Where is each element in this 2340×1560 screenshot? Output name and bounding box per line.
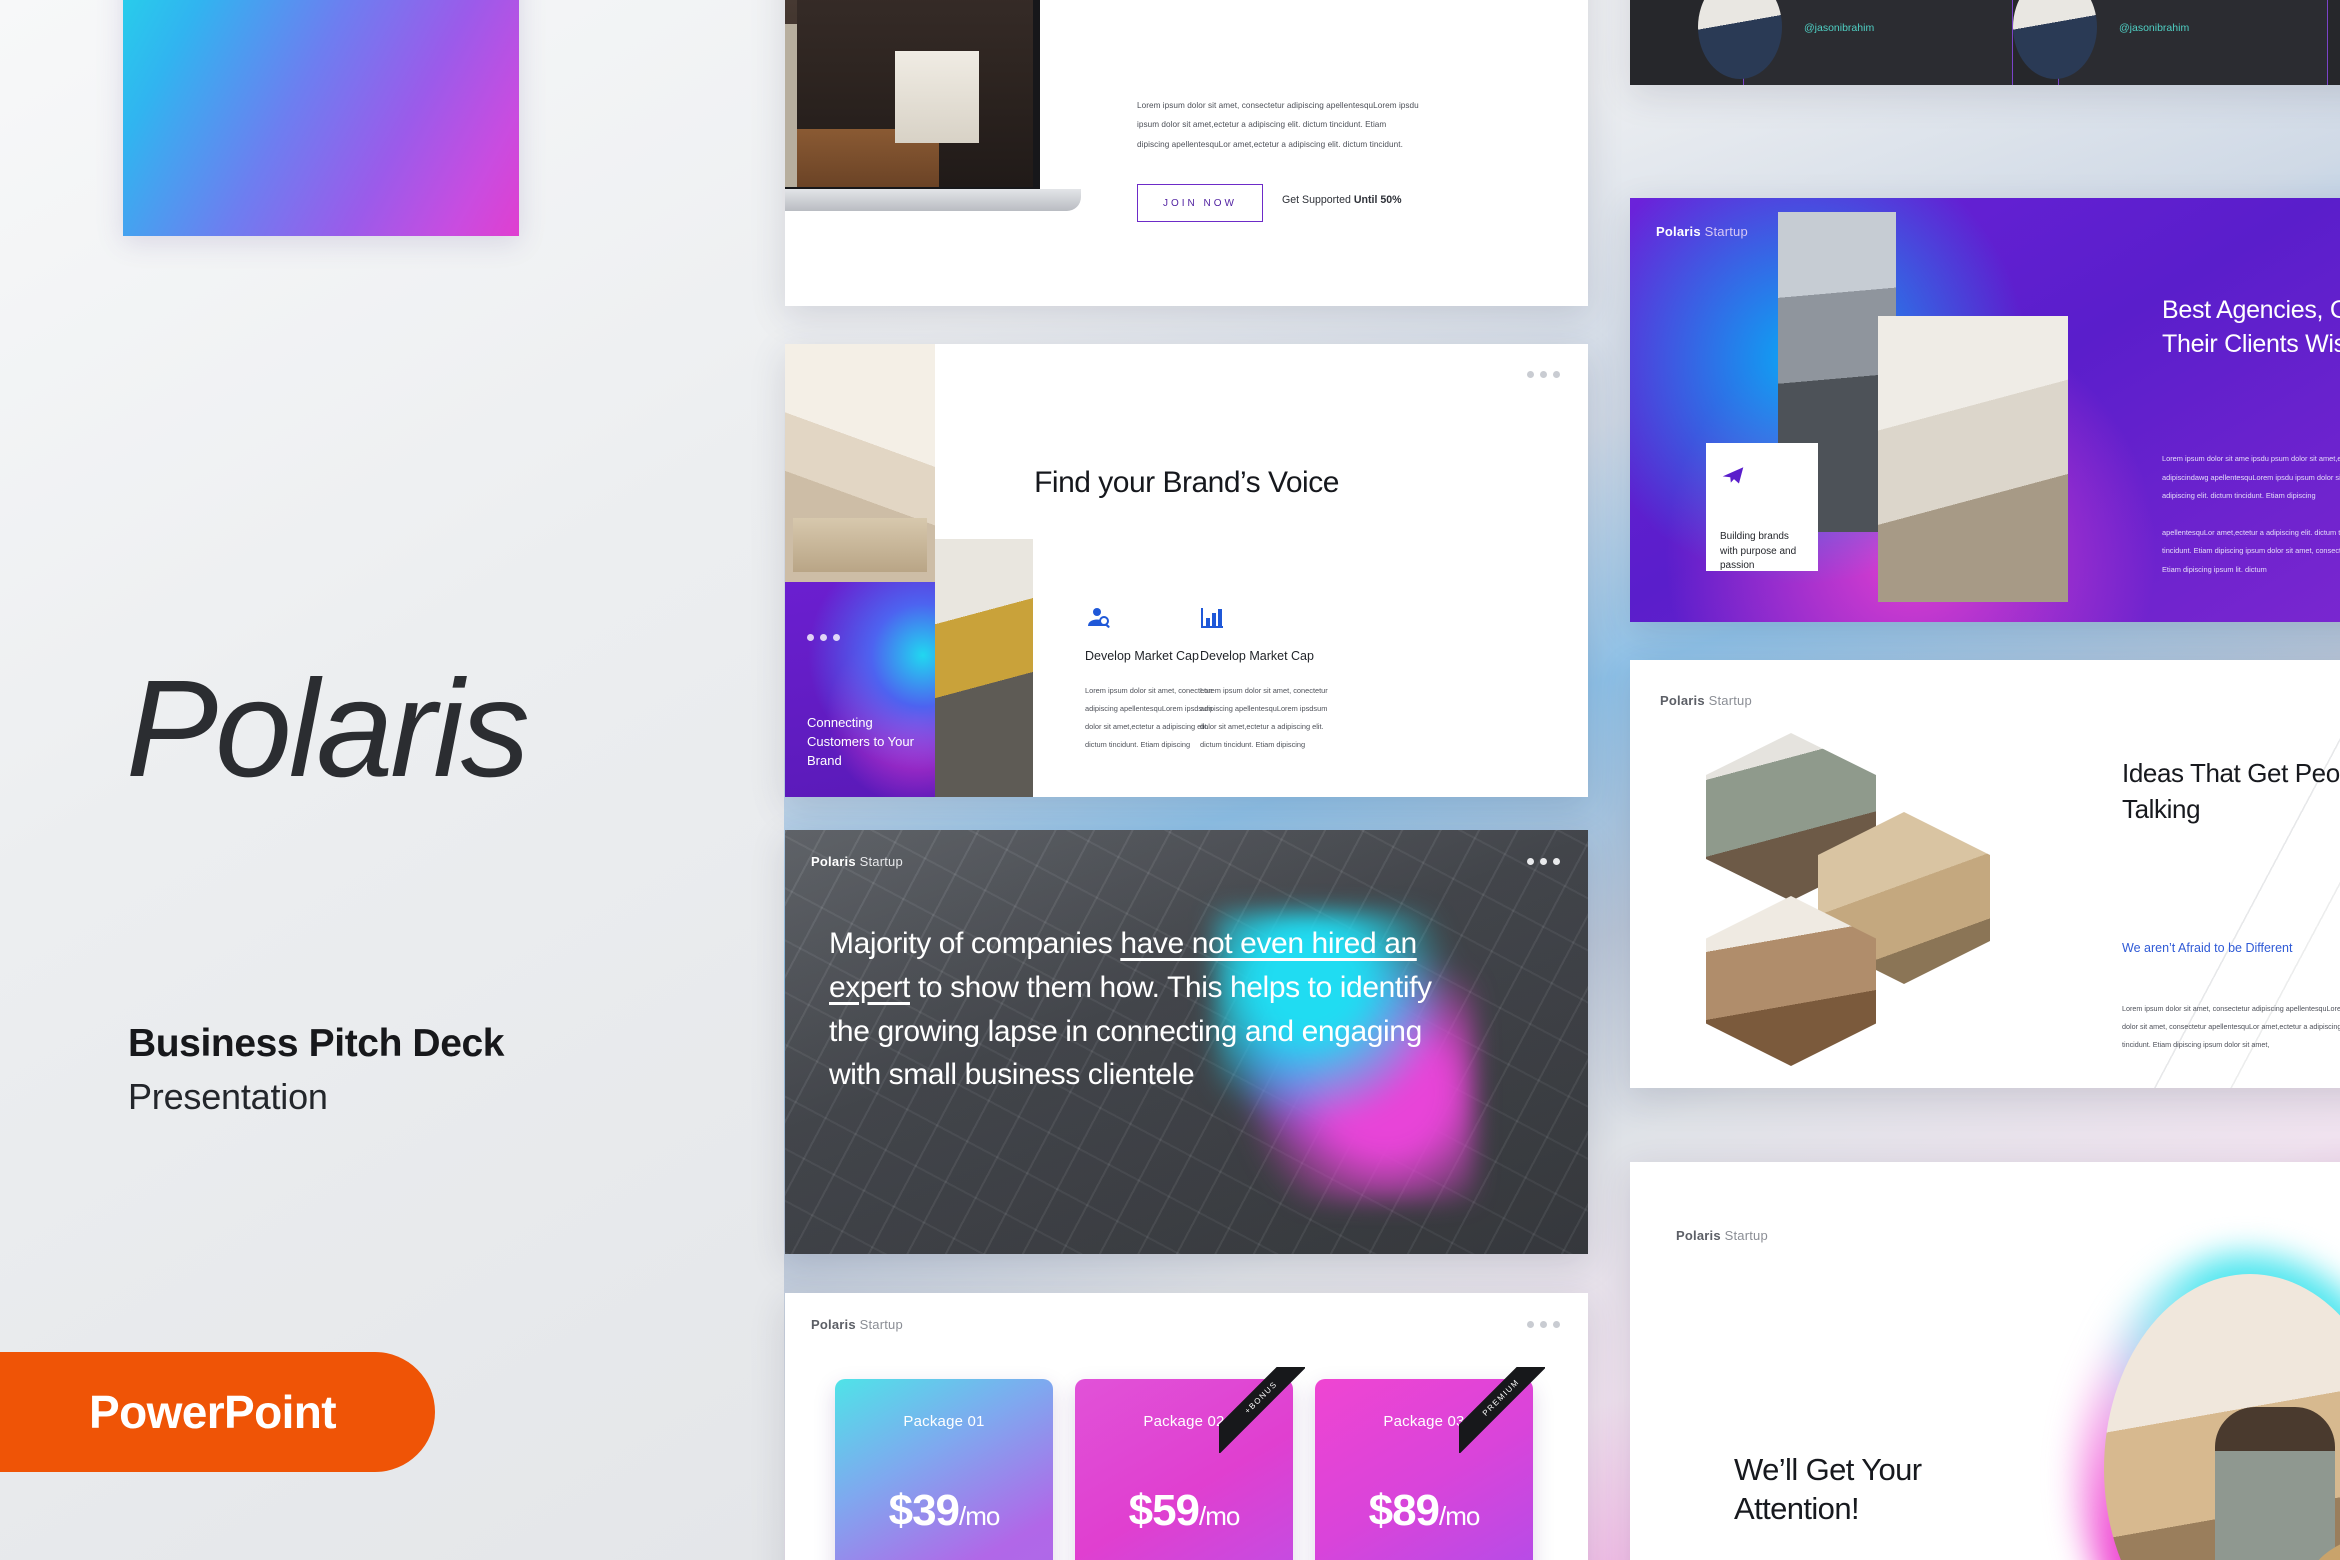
slide-brand-voice[interactable]: Polaris Startup Connecting Customers to … <box>785 344 1588 797</box>
quote-post: to show them how. This helps to identify… <box>829 970 1432 1092</box>
team-member-handle[interactable]: @jasonibrahim <box>2119 22 2189 34</box>
format-badge: PowerPoint <box>0 1352 435 1472</box>
bar-chart-icon <box>1200 606 1360 630</box>
left-info-panel: Polaris Business Pitch Deck Presentation… <box>0 0 784 1560</box>
body-paragraph-2: apellentesquLor amet,ectetur a adipiscin… <box>2162 527 2340 574</box>
price-amount: $59 <box>1128 1486 1200 1535</box>
slide-attention-top[interactable]: We’ll Get Your Attention! Lorem ipsum do… <box>785 0 1588 306</box>
package-name: Package 03 <box>1383 1413 1465 1430</box>
body-paragraph-1: Lorem ipsum dolor sit ame ipsdu psum dol… <box>2162 454 2340 501</box>
gradient-card-text: Connecting Customers to Your Brand <box>807 715 914 769</box>
slide-logo-light: Startup <box>1720 1228 1768 1243</box>
ribbon-label: PREMIUM <box>1459 1367 1545 1453</box>
package-price: $39/mo <box>888 1486 1001 1536</box>
slide-kicker: We aren’t Afraid to be Different <box>2122 941 2293 955</box>
support-strong: Until 50% <box>1353 194 1402 206</box>
slide-best-agencies[interactable]: Polaris Startup Building brands with pur… <box>1630 198 2340 622</box>
slide-title: Find your Brand’s Voice <box>1034 466 1339 499</box>
team-member-handle[interactable]: @jasonibrahim <box>1804 22 1874 34</box>
preview-canvas: Polaris Business Pitch Deck Presentation… <box>0 0 2340 1560</box>
slide-body-text: Lorem ipsum dolor sit amet, consectetur … <box>2122 1004 2340 1049</box>
slide-pricing[interactable]: Polaris Startup Package 01 $39/mo 20% Ca… <box>785 1293 1588 1560</box>
pricing-card[interactable]: +BONUS Package 02 $59/mo 20% Cashback <box>1075 1367 1305 1560</box>
pricing-card[interactable]: PREMIUM Package 03 $89/mo 20% Cashback <box>1315 1367 1545 1560</box>
slide-logo-light: Startup <box>855 1317 903 1332</box>
slide-logo-bold: Polaris <box>811 854 856 869</box>
pricing-card-list: Package 01 $39/mo 20% Cashback +BONUS Pa… <box>835 1367 1545 1560</box>
slide-dots-indicator <box>1527 371 1560 378</box>
package-price: $59/mo <box>1128 1486 1241 1536</box>
feature-heading: Develop Market Cap <box>1200 649 1314 663</box>
ribbon-label: +BONUS <box>1219 1367 1305 1453</box>
person-photo <box>785 0 797 187</box>
slide-quote-dark[interactable]: Polaris Startup Majority of companies ha… <box>785 830 1588 1254</box>
slide-logo-bold: Polaris <box>811 1317 856 1332</box>
slide-attention-bottom[interactable]: Polaris Startup We’ll Get Your Attention… <box>1630 1162 2340 1560</box>
slide-logo: Polaris Startup <box>811 1317 903 1332</box>
gradient-quote-card: Connecting Customers to Your Brand <box>785 582 935 797</box>
quote-pre: Majority of companies <box>829 927 1121 960</box>
slide-dots-indicator <box>1527 1321 1560 1328</box>
price-amount: $89 <box>1368 1486 1440 1535</box>
airplane-icon <box>1720 467 1746 491</box>
price-period: /mo <box>959 1501 1000 1531</box>
premium-ribbon: PREMIUM <box>1459 1367 1545 1453</box>
slide-team-dark[interactable]: Jason Ibrahim Chief Executive @jasonibra… <box>1630 0 2340 85</box>
slide-title: Ideas That Get People Talking <box>2122 758 2340 824</box>
bonus-ribbon: +BONUS <box>1219 1367 1305 1453</box>
format-badge-label: PowerPoint <box>88 1386 337 1438</box>
slide-logo-bold: Polaris <box>1660 693 1705 708</box>
team-card[interactable]: Jason Ibrahim Chief Executive @jasonibra… <box>1698 0 2013 85</box>
mission-card-text: Building brands with purpose and passion <box>1720 531 1797 571</box>
slide-ideas[interactable]: Polaris Startup Ideas That Get People Ta… <box>1630 660 2340 1088</box>
support-prefix: Get Supported <box>1282 194 1354 206</box>
page-title: Polaris <box>126 652 530 806</box>
slide-logo-bold: Polaris <box>1676 1228 1721 1243</box>
slide-dots-indicator <box>1527 858 1560 865</box>
slide-logo: Polaris Startup <box>1656 224 1748 239</box>
slide-title: We’ll Get Your Attention! <box>1734 1452 1922 1527</box>
team-meeting-photo <box>935 539 1033 797</box>
avatar <box>1698 0 1782 79</box>
slide-logo: Polaris Startup <box>1676 1228 1768 1243</box>
package-name: Package 02 <box>1143 1413 1225 1430</box>
slide-logo: Polaris Startup <box>811 854 903 869</box>
slide-body-text: Lorem ipsum dolor sit amet, consectetur … <box>1137 101 1419 149</box>
slide-body-text: Lorem ipsum dolor sit ame ipsdu psum dol… <box>2162 450 2340 579</box>
price-period: /mo <box>1199 1501 1240 1531</box>
hero-gradient-card <box>123 0 519 236</box>
office-team-photo <box>1878 316 2068 602</box>
deck-subtype-label: Presentation <box>128 1076 328 1117</box>
support-note: Get Supported Until 50% <box>1282 194 1402 206</box>
feature-block-2: Develop Market Cap Lorem ipsum dolor sit… <box>1200 606 1360 754</box>
team-card[interactable]: Jason Ibrahim Chief Executive @jasonibra… <box>2013 0 2328 85</box>
slide-logo-light: Startup <box>1704 693 1752 708</box>
package-name: Package 01 <box>903 1413 985 1430</box>
price-amount: $39 <box>888 1486 960 1535</box>
chair-shape <box>895 51 979 143</box>
laptop-mockup <box>785 0 1081 211</box>
handshake-photo <box>785 344 935 582</box>
deck-type-label: Business Pitch Deck <box>128 1022 505 1065</box>
quote-text: Majority of companies have not even hire… <box>829 922 1469 1097</box>
pricing-card[interactable]: Package 01 $39/mo 20% Cashback <box>835 1379 1053 1560</box>
slide-logo: Polaris Startup <box>1660 693 1752 708</box>
join-now-button[interactable]: JOIN NOW <box>1137 184 1263 222</box>
card-dots-indicator <box>807 634 907 641</box>
feature-body: Lorem ipsum dolor sit amet, conectetur a… <box>1200 685 1328 750</box>
slide-logo-light: Startup <box>1700 224 1748 239</box>
price-period: /mo <box>1439 1501 1480 1531</box>
slide-title: Best Agencies, Choose Their Clients Wise… <box>2162 296 2340 358</box>
avatar <box>2013 0 2097 79</box>
slide-logo-bold: Polaris <box>1656 224 1701 239</box>
mission-card: Building brands with purpose and passion <box>1706 443 1818 571</box>
package-price: $89/mo <box>1368 1486 1481 1536</box>
slide-logo-light: Startup <box>855 854 903 869</box>
